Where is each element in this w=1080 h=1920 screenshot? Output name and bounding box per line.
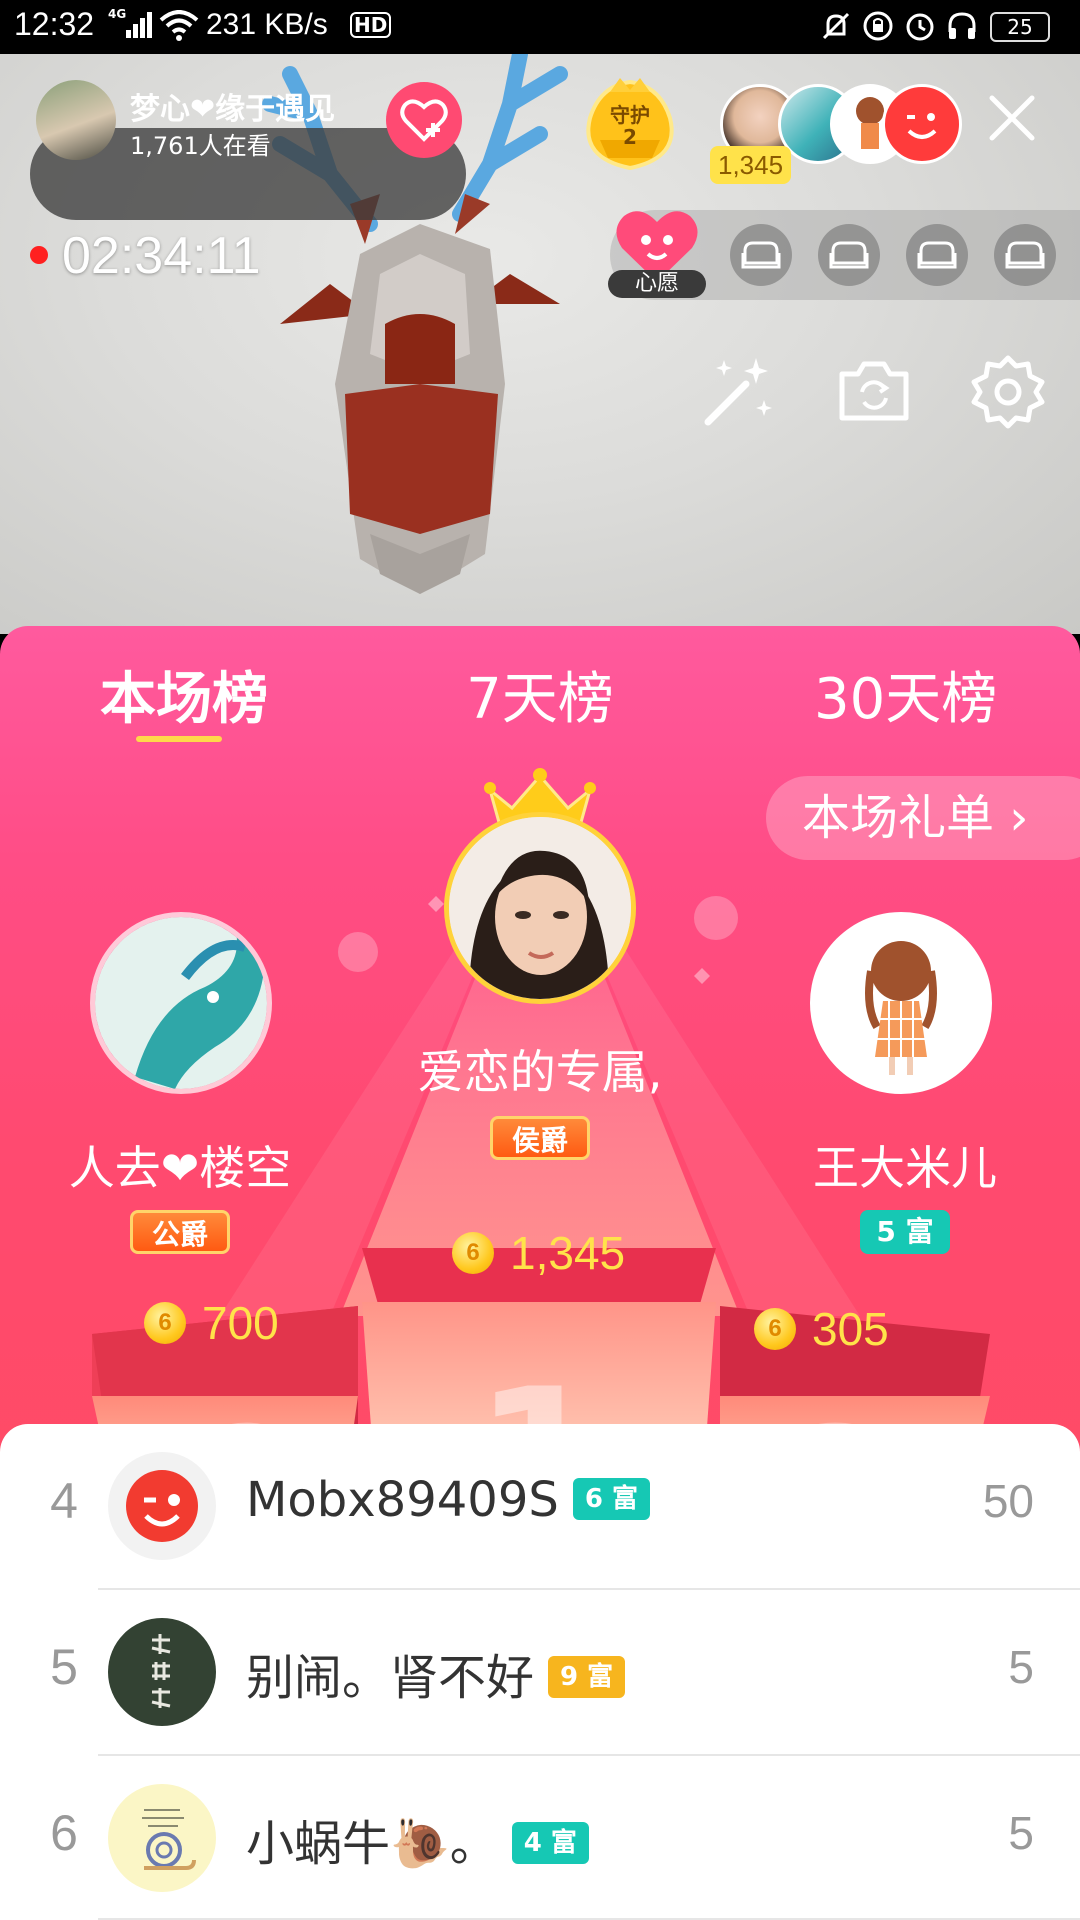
signal-icon: [126, 12, 152, 38]
list-item[interactable]: 5 别闹。肾不好 9 富 5: [0, 1590, 1080, 1756]
hd-icon: HD: [350, 12, 392, 38]
host-avatar[interactable]: [36, 80, 116, 160]
avatar[interactable]: [108, 1452, 216, 1560]
live-dot-icon: [30, 246, 48, 265]
status-time: 12:32: [14, 6, 95, 42]
ranking-list: 4 Mobx89409S 6 富 50 5 别闹。肾不好 9 富 5 6 小蜗牛…: [0, 1424, 1080, 1920]
user-name: 小蜗牛🐌。 4 富: [246, 1804, 589, 1874]
guard-label-text: 守护: [610, 103, 650, 127]
second-place-name: 人去❤楼空: [68, 1141, 292, 1195]
seat-slot-3[interactable]: [906, 224, 968, 286]
mute-bell-icon: [822, 12, 850, 40]
sofa-icon: [1005, 241, 1045, 269]
avatar[interactable]: [108, 1784, 216, 1892]
first-place-noble-badge: 侯爵: [490, 1116, 590, 1160]
battery-icon: 25: [990, 12, 1050, 42]
wish-label: 心愿: [608, 270, 706, 298]
rich-level-badge: 6 富: [572, 1478, 650, 1520]
user-name-text: 别闹。肾不好: [246, 1650, 535, 1706]
first-place-name: 爱恋的专属,: [417, 1045, 663, 1099]
sofa-icon: [917, 241, 957, 269]
close-icon[interactable]: [986, 92, 1038, 144]
first-place-amount-text: 1,345: [510, 1227, 626, 1279]
rich-level-badge: 9 富: [548, 1656, 626, 1698]
heart-plus-icon: [400, 99, 448, 142]
guard-count: 2: [623, 125, 637, 149]
second-place-noble-badge: 公爵: [130, 1210, 230, 1254]
tab-7-days[interactable]: 7天榜: [462, 654, 618, 735]
guard-label: 守护 2: [580, 104, 680, 148]
network-speed: 231 KB/s: [206, 8, 328, 41]
score: 50: [982, 1475, 1034, 1527]
sofa-icon: [829, 241, 869, 269]
live-room-screen: 12:32 4G 231 KB/s HD 25 梦心❤缘于遇见 1,761人在看…: [0, 0, 1080, 1920]
third-place-amount: 6 305: [754, 1302, 889, 1356]
list-item[interactable]: 6 小蜗牛🐌。 4 富 5: [0, 1756, 1080, 1920]
alarm-icon: [906, 13, 934, 41]
settings-gear-icon[interactable]: [968, 352, 1048, 432]
calligraphy-avatar: [151, 1634, 171, 1708]
host-name: 梦心❤缘于遇见: [130, 92, 336, 127]
headphones-icon: [948, 12, 976, 39]
seat-slot-1[interactable]: [730, 224, 792, 286]
status-bar: 12:32 4G 231 KB/s HD 25: [0, 0, 1080, 54]
avatar[interactable]: [108, 1618, 216, 1726]
active-tab-indicator: [136, 736, 222, 742]
rank-number: 6: [50, 1805, 78, 1861]
top-viewer-avatar-4[interactable]: [882, 84, 962, 164]
score: 5: [1008, 1641, 1034, 1693]
follow-button[interactable]: [386, 82, 462, 158]
rich-level-badge: 4 富: [511, 1822, 589, 1864]
live-timer: 02:34:11: [30, 226, 261, 286]
tab-30-days[interactable]: 30天榜: [814, 654, 997, 735]
snail-avatar-icon: [142, 1809, 196, 1870]
user-name: Mobx89409S 6 富: [246, 1472, 650, 1528]
sofa-icon: [741, 241, 781, 269]
wink-face-icon: [126, 1470, 198, 1542]
rank-number: 5: [50, 1639, 78, 1695]
seat-slot-4[interactable]: [994, 224, 1056, 286]
list-item[interactable]: 4 Mobx89409S 6 富 50: [0, 1424, 1080, 1590]
coin-icon: 6: [754, 1307, 796, 1350]
third-place-rich-badge: 5 富: [860, 1210, 950, 1254]
third-place-amount-text: 305: [812, 1303, 889, 1355]
rank-number: 4: [50, 1473, 78, 1529]
user-name: 别闹。肾不好 9 富: [246, 1638, 626, 1708]
lock-rotation-icon: [863, 11, 893, 41]
seat-slot-2[interactable]: [818, 224, 880, 286]
second-place-amount: 6 700: [144, 1296, 279, 1350]
top-viewer-coins: 1,345: [710, 146, 792, 184]
score: 5: [1008, 1807, 1034, 1859]
third-place-name: 王大米儿: [813, 1141, 997, 1195]
tab-current-session[interactable]: 本场榜: [96, 654, 272, 735]
viewer-count: 1,761人在看: [130, 132, 271, 160]
ranking-tabs: 本场榜 7天榜 30天榜: [0, 626, 1080, 756]
user-name-text: 小蜗牛🐌。: [246, 1816, 498, 1872]
flip-camera-icon[interactable]: [834, 352, 914, 432]
coin-icon: 6: [452, 1231, 494, 1274]
wink-face-icon: [907, 113, 937, 139]
second-place-amount-text: 700: [202, 1297, 279, 1349]
beauty-wand-icon[interactable]: [698, 352, 778, 432]
coin-icon: 6: [144, 1301, 186, 1344]
user-name-text: Mobx89409S: [246, 1472, 559, 1528]
live-timer-text: 02:34:11: [62, 227, 261, 285]
gift-list-button[interactable]: 本场礼单 ›: [766, 776, 1080, 860]
first-place-amount: 6 1,345: [452, 1226, 625, 1280]
wifi-icon: [159, 10, 199, 41]
